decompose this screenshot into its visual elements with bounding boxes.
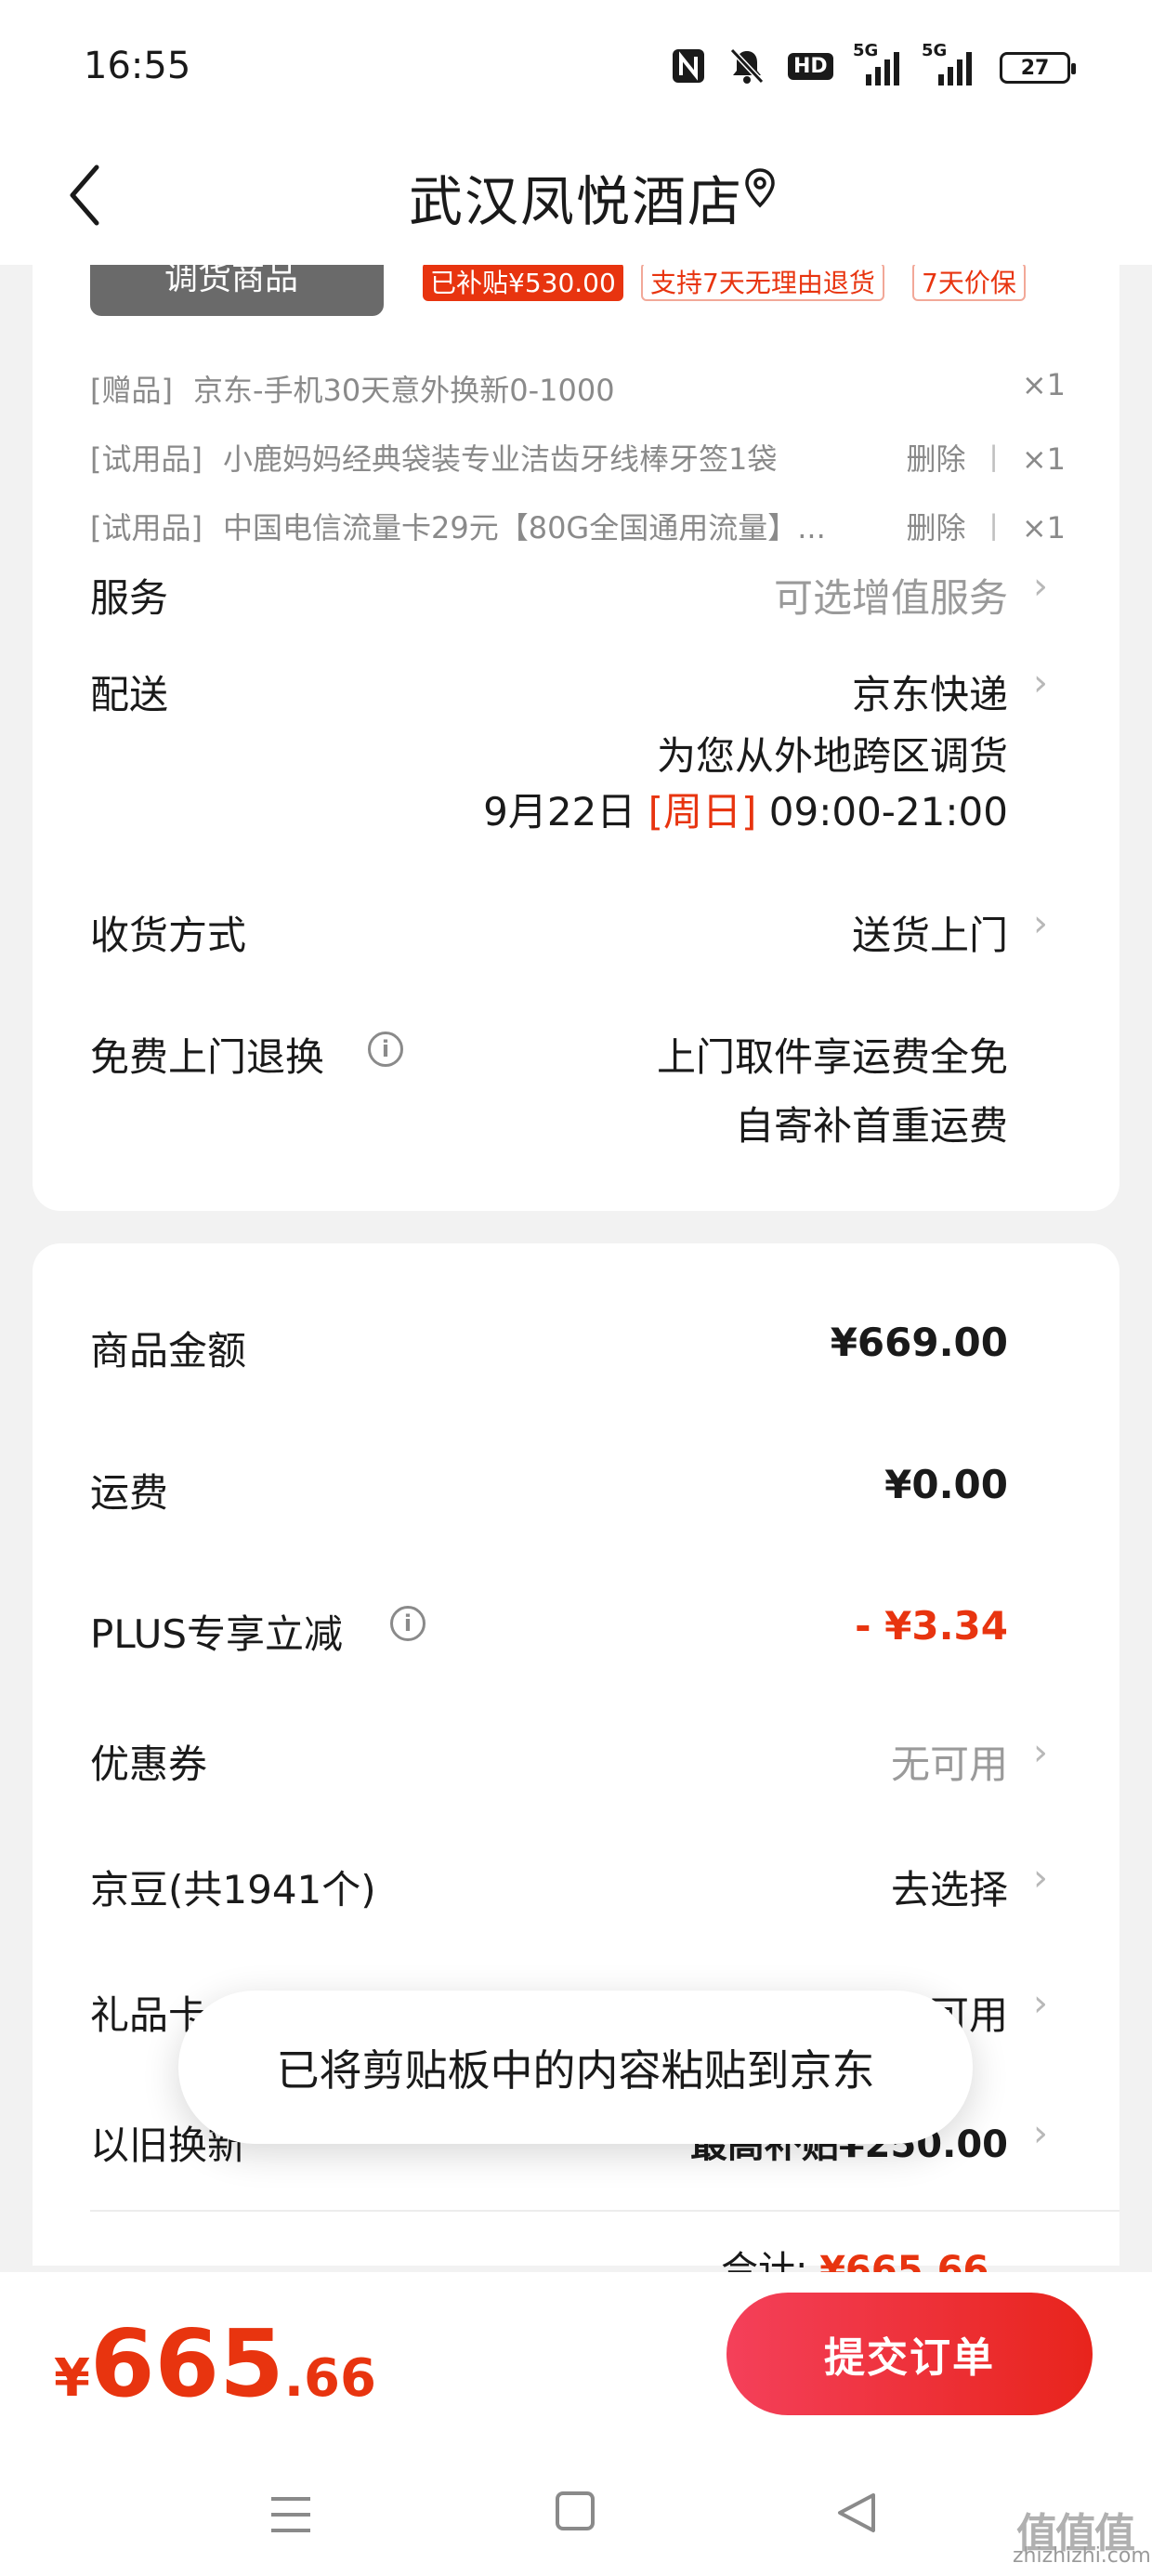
gift-type: [赠品] — [90, 373, 173, 408]
delivery-label: 配送 — [90, 672, 169, 717]
total-integer: 665 — [89, 2309, 284, 2418]
gift-separator: 丨 — [978, 510, 1009, 545]
chevron-right-icon[interactable]: › — [1033, 902, 1048, 945]
gift-name: 小鹿妈妈经典袋装专业洁齿牙线棒牙签1袋 — [222, 441, 778, 477]
clipboard-toast: 已将剪贴板中的内容粘贴到京东 — [178, 1991, 973, 2144]
gift-qty: ×1 — [1021, 441, 1066, 477]
receive-method-value[interactable]: 送货上门 — [852, 904, 1008, 961]
subsidy-badge: 已补贴¥530.00 — [423, 262, 623, 301]
gift-name: 中国电信流量卡29元【80G全国通用流量】... — [222, 510, 826, 545]
hd-icon: HD — [788, 46, 833, 85]
submit-order-button[interactable]: 提交订单 — [727, 2293, 1093, 2415]
delivery-date: 9月22日 — [483, 789, 636, 835]
delete-link[interactable]: 删除 — [906, 510, 965, 545]
gift-row: [赠品] 京东-手机30天意外换新0-1000 ×1 — [90, 367, 1066, 410]
chevron-right-icon[interactable]: › — [1033, 1857, 1048, 1899]
coupon-label: 优惠券 — [90, 1741, 208, 1787]
watermark-text: zhizhizhi.com — [1013, 2544, 1151, 2568]
coupon-value[interactable]: 无可用 — [891, 1733, 1008, 1790]
gift-separator: 丨 — [978, 441, 1009, 477]
status-time: 16:55 — [84, 45, 191, 87]
nav-back-icon[interactable] — [836, 2491, 877, 2538]
signal-5g-label-2: 5G — [922, 41, 948, 60]
free-return-line2: 自寄补首重运费 — [734, 1103, 1008, 1149]
page-title: 武汉凤悦酒店 — [408, 170, 743, 233]
trial-row: [试用品] 中国电信流量卡29元【80G全国通用流量】... 删除 丨 ×1 — [90, 505, 1066, 547]
mute-bell-icon — [728, 46, 766, 85]
location-pin-icon[interactable] — [743, 167, 777, 212]
battery-icon: 27 — [1000, 52, 1076, 84]
goods-amount-value: ¥669.00 — [830, 1320, 1008, 1365]
signal-5g-label: 5G — [853, 41, 879, 60]
plus-discount-label: PLUS专享立减 — [90, 1611, 344, 1657]
jd-beans-label: 京豆(共1941个) — [90, 1867, 376, 1912]
trial-row: [试用品] 小鹿妈妈经典袋装专业洁齿牙线棒牙签1袋 删除 丨 ×1 — [90, 436, 1066, 479]
info-icon[interactable]: i — [368, 1032, 403, 1067]
total-amount: ¥ 665 .66 — [54, 2309, 376, 2418]
nav-home-icon[interactable] — [556, 2491, 595, 2530]
gift-qty: ×1 — [1021, 367, 1066, 402]
service-label: 服务 — [90, 575, 169, 621]
gift-type: [试用品] — [90, 510, 203, 545]
free-return-line1: 上门取件享运费全免 — [656, 1034, 1008, 1080]
currency-symbol: ¥ — [54, 2348, 90, 2409]
gift-type: [试用品] — [90, 441, 203, 477]
delete-link[interactable]: 删除 — [906, 441, 965, 477]
shipping-label: 运费 — [90, 1470, 169, 1516]
delivery-carrier[interactable]: 京东快递 — [852, 664, 1008, 720]
free-return-label: 免费上门退换 — [90, 1034, 325, 1080]
plus-discount-value: - ¥3.34 — [855, 1603, 1008, 1649]
price-protect-badge: 7天价保 — [912, 262, 1026, 301]
shipping-value: ¥0.00 — [884, 1462, 1008, 1507]
divider — [90, 2210, 1119, 2212]
return-policy-badge: 支持7天无理由退货 — [641, 262, 884, 301]
nfc-icon — [671, 46, 706, 85]
total-decimal: .66 — [283, 2348, 376, 2409]
signal-5g-icon: 5G — [853, 41, 905, 85]
nav-menu-icon[interactable] — [269, 2495, 312, 2538]
battery-level: 27 — [1020, 56, 1050, 80]
gift-name: 京东-手机30天意外换新0-1000 — [192, 373, 615, 408]
chevron-right-icon[interactable]: › — [1033, 662, 1048, 704]
delivery-time: 9月22日 [周日] 09:00-21:00 — [483, 781, 1008, 837]
receive-method-label: 收货方式 — [90, 913, 247, 958]
app-header: 武汉凤悦酒店 — [0, 130, 1152, 265]
signal-5g-icon-2: 5G — [922, 41, 977, 85]
delivery-window: 09:00-21:00 — [768, 789, 1008, 835]
chevron-right-icon[interactable]: › — [1033, 565, 1048, 608]
chevron-right-icon[interactable]: › — [1033, 1731, 1048, 1774]
jd-beans-value[interactable]: 去选择 — [891, 1859, 1008, 1915]
status-bar: 16:55 HD 5G 5G 27 — [0, 0, 1152, 130]
chevron-right-icon[interactable]: › — [1033, 1982, 1048, 2025]
goods-amount-label: 商品金额 — [90, 1328, 247, 1373]
delivery-weekday: [周日] — [648, 789, 757, 835]
gift-qty: ×1 — [1021, 510, 1066, 545]
chevron-right-icon[interactable]: › — [1033, 2112, 1048, 2155]
hd-label: HD — [788, 52, 833, 80]
info-icon[interactable]: i — [390, 1606, 425, 1641]
service-value[interactable]: 可选增值服务 — [774, 567, 1008, 624]
bottom-bar: ¥ 665 .66 提交订单 — [0, 2272, 1152, 2576]
delivery-note: 为您从外地跨区调货 — [656, 733, 1008, 779]
